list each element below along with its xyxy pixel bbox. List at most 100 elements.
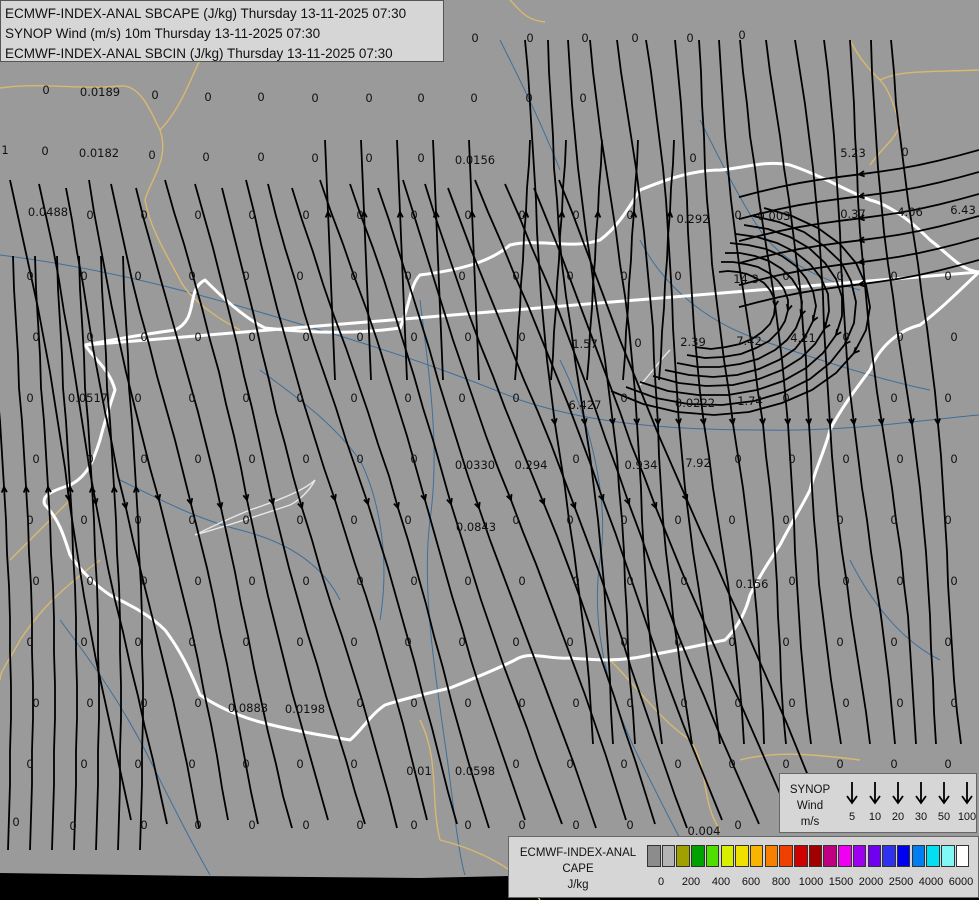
map-value-label: 0.934	[624, 458, 658, 472]
map-value-label-zero: 0	[32, 330, 40, 344]
cape-color-swatch	[676, 845, 690, 867]
map-value-label-zero: 0	[140, 330, 148, 344]
map-value-label: 0.0598	[454, 764, 496, 778]
cape-legend-tick: 400	[711, 876, 731, 888]
map-value-label-zero: 0	[572, 208, 580, 222]
streamline	[135, 187, 293, 829]
map-value-label-zero: 0	[842, 696, 850, 710]
map-value-label-zero: 0	[410, 696, 418, 710]
map-value-label: 0	[581, 31, 589, 45]
map-value-label-zero: 0	[140, 696, 148, 710]
map-value-label: 0.0843	[455, 520, 497, 534]
map-value-label: 0	[738, 28, 746, 42]
map-value-label-zero: 0	[566, 513, 574, 527]
map-value-label-zero: 0	[302, 818, 310, 832]
map-value-label: 0	[202, 150, 210, 164]
map-value-label-zero: 0	[242, 635, 250, 649]
streamline	[377, 187, 597, 829]
map-value-label-zero: 0	[836, 757, 844, 771]
map-value-label-zero: 0	[512, 757, 520, 771]
map-value-label-zero: 0	[32, 696, 40, 710]
map-value-label-zero: 0	[896, 696, 904, 710]
map-value-label: 0	[42, 83, 50, 97]
map-value-label-zero: 0	[86, 574, 94, 588]
streamline	[56, 255, 78, 851]
map-value-label-zero: 0	[572, 696, 580, 710]
map-value-label-zero: 0	[242, 269, 250, 283]
map-value-label-zero: 0	[620, 269, 628, 283]
map-value-label-zero: 0	[950, 330, 958, 344]
map-value-label: 0	[41, 144, 49, 158]
map-value-label: 0.0198	[284, 702, 326, 716]
map-value-label-zero: 0	[842, 330, 850, 344]
map-value-label-zero: 0	[194, 330, 202, 344]
map-value-label-zero: 0	[86, 452, 94, 466]
map-value-label-zero: 0	[518, 208, 526, 222]
map-value-label-zero: 0	[728, 513, 736, 527]
map-value-label: 0	[151, 88, 159, 102]
synop-legend-speed: 100	[957, 811, 977, 823]
map-value-label: 0	[311, 151, 319, 165]
map-value-label: 0.156	[735, 577, 769, 591]
map-value-label-zero: 0	[896, 574, 904, 588]
cape-color-swatch	[926, 845, 940, 867]
map-value-label: 5.23	[840, 146, 866, 160]
cape-color-legend: ECMWF-INDEX-ANAL CAPE J/kg 0 200 400 600 800…	[508, 836, 979, 898]
cape-legend-tick: 800	[771, 876, 791, 888]
map-value-label: 0.294	[514, 458, 548, 472]
map-value-label-zero: 0	[356, 818, 364, 832]
map-value-label-zero: 0	[836, 635, 844, 649]
map-value-label: 0	[526, 31, 534, 45]
map-value-label: 0	[631, 31, 639, 45]
cape-legend-tick: 4000	[918, 876, 944, 888]
map-value-label: 1.74	[737, 394, 763, 408]
map-value-label-zero: 0	[134, 757, 142, 771]
map-value-label-zero: 0	[356, 696, 364, 710]
title-cin: ECMWF-INDEX-ANAL SBCIN (J/kg) Thursday 1…	[5, 46, 393, 61]
map-value-label: 0	[148, 148, 156, 162]
map-value-label-zero: 0	[728, 635, 736, 649]
map-value-label-zero: 0	[140, 818, 148, 832]
map-value-label-zero: 0	[302, 330, 310, 344]
map-value-label-zero: 0	[242, 757, 250, 771]
map-value-label-zero: 0	[788, 696, 796, 710]
streamline	[658, 139, 675, 381]
map-value-label-zero: 0	[890, 757, 898, 771]
streamline-arrow	[786, 303, 793, 312]
map-value-label-zero: 0	[248, 208, 256, 222]
cape-color-swatch	[749, 845, 764, 867]
map-value-label-zero: 0	[836, 269, 844, 283]
map-value-label-zero: 0	[302, 574, 310, 588]
map-value-label: 4.06	[897, 205, 923, 219]
synop-legend-speed: 10	[868, 811, 882, 823]
streamline	[468, 139, 480, 381]
map-value-label-zero: 0	[890, 391, 898, 405]
map-value-label: 0	[257, 150, 265, 164]
map-value-label-zero: 0	[464, 818, 472, 832]
map-value-label: 0.0517	[67, 391, 109, 405]
map-value-label-zero: 0	[404, 269, 412, 283]
map-value-label-zero: 0	[350, 635, 358, 649]
map-value-label-zero: 0	[410, 452, 418, 466]
map-value-label-zero: 0	[674, 757, 682, 771]
map-value-label-zero: 0	[734, 818, 742, 832]
map-value-label: 0.01	[406, 764, 432, 778]
map-value-label: 0	[417, 91, 425, 105]
streamline	[324, 139, 336, 381]
map-value-label-zero: 0	[194, 696, 202, 710]
map-value-label-zero: 0	[626, 696, 634, 710]
map-value-label-zero: 0	[512, 269, 520, 283]
map-value-label: 4.21	[790, 331, 816, 345]
map-value-label-zero: 0	[572, 818, 580, 832]
streamline-arrow	[823, 321, 831, 330]
cape-color-swatch	[882, 845, 896, 867]
map-value-label-zero: 0	[950, 574, 958, 588]
map-value-label-zero: 0	[356, 574, 364, 588]
map-value-label: 0	[525, 91, 533, 105]
map-value-label-zero: 0	[296, 635, 304, 649]
map-value-label-zero: 0	[566, 269, 574, 283]
map-value-label: 0	[257, 90, 265, 104]
map-value-label: 1.57	[572, 337, 598, 351]
map-value-label-zero: 0	[302, 208, 310, 222]
map-value-label-zero: 0	[890, 269, 898, 283]
